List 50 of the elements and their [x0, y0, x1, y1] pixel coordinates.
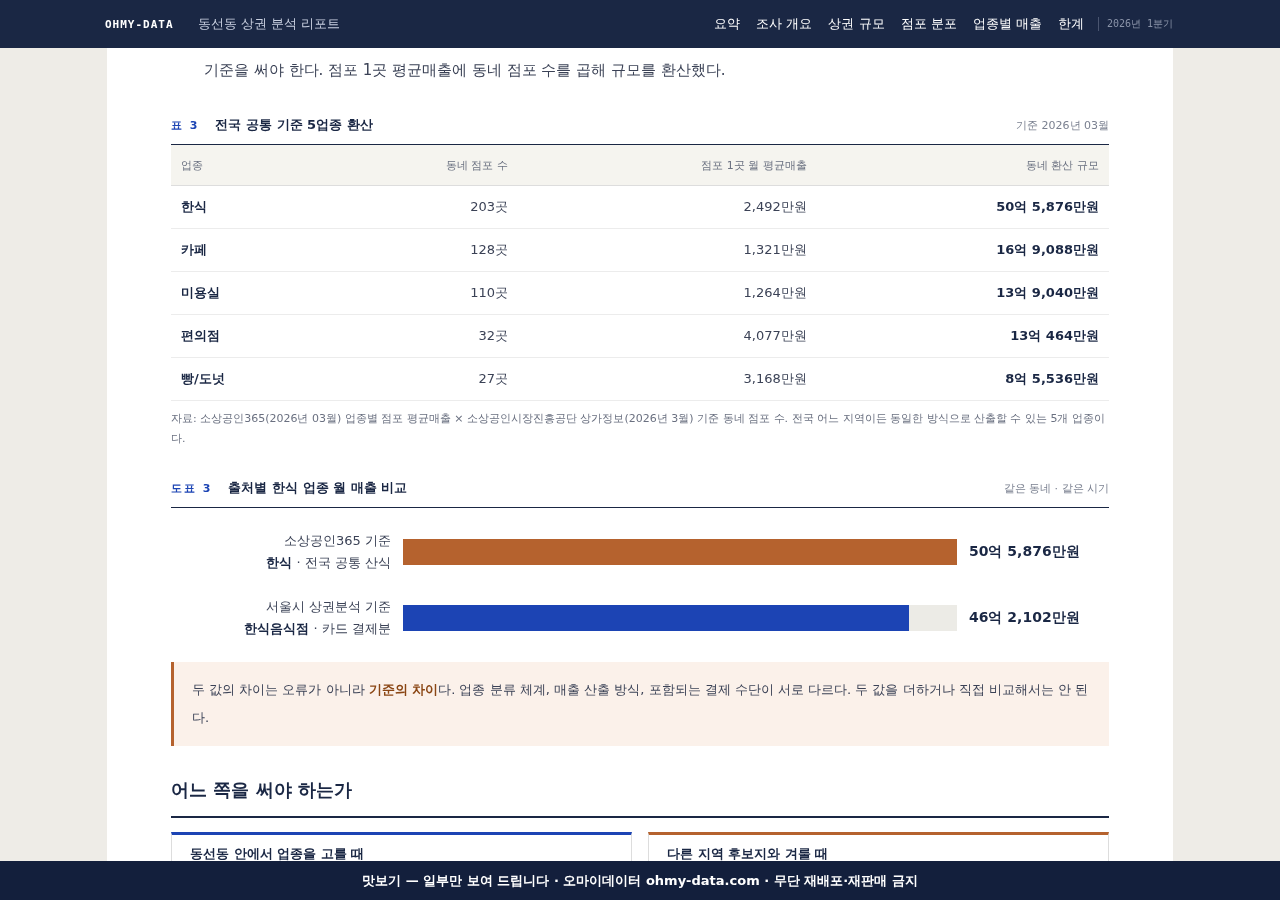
table-cell: 1,264만원 — [517, 271, 817, 315]
column-header: 동네 환산 규모 — [816, 145, 1109, 186]
table-cell: 3,168만원 — [517, 357, 817, 401]
caption-meta: 기준 2026년 03월 — [1016, 118, 1109, 133]
caption-meta: 같은 동네 · 같은 시기 — [1003, 481, 1109, 496]
period-label: 2026년 1분기 — [1097, 17, 1173, 31]
table-cell: 13억 464만원 — [816, 314, 1109, 358]
table-label: 표 3 — [171, 118, 200, 133]
table-cell: 카페 — [171, 228, 323, 272]
bar-source: 소상공인365 기준 — [283, 532, 391, 550]
bar-detail: 한식음식점 · 카드 결제분 — [243, 620, 391, 638]
nav-link[interactable]: 조사 개요 — [756, 15, 813, 33]
bar-value: 50억 5,876만원 — [969, 543, 1080, 561]
report-title: 동선동 상권 분석 리포트 — [197, 15, 341, 33]
callout-note: 두 값의 차이는 오류가 아니라 기준의 차이다. 업종 분류 체계, 매출 산출 방식, 포함되는 결제 수단이 서로 다르다. 두 값을 더하거나 직접 비교해서는 안 된다. — [171, 662, 1109, 746]
table-cell: 미용실 — [171, 271, 323, 315]
table-cell: 한식 — [171, 185, 323, 229]
table-cell: 128곳 — [322, 228, 518, 272]
nav-link[interactable]: 상권 규모 — [828, 15, 885, 33]
table-cell: 13억 9,040만원 — [816, 271, 1109, 315]
caption-title: 전국 공통 기준 5업종 환산 — [215, 116, 374, 134]
section-heading: 어느 쪽을 써야 하는가 — [171, 778, 1109, 818]
table-cell: 32곳 — [322, 314, 518, 358]
table-cell: 110곳 — [322, 271, 518, 315]
bar-detail: 한식 · 전국 공통 산식 — [265, 554, 391, 572]
bar-source: 서울시 상권분석 기준 — [264, 598, 391, 616]
table-cell: 빵/도넛 — [171, 357, 323, 401]
table-cell: 2,492만원 — [517, 185, 817, 229]
table-cell: 4,077만원 — [517, 314, 817, 358]
column-header: 동네 점포 수 — [322, 145, 518, 186]
column-header: 업종 — [171, 145, 323, 186]
table-cell: 50억 5,876만원 — [816, 185, 1109, 229]
nav-link[interactable]: 요약 — [714, 15, 741, 33]
caption-title: 출처별 한식 업종 월 매출 비교 — [228, 479, 409, 497]
table-cell: 16억 9,088만원 — [816, 228, 1109, 272]
table-cell: 편의점 — [171, 314, 323, 358]
column-header: 점포 1곳 월 평균매출 — [517, 145, 817, 186]
nav-link[interactable]: 업종별 매출 — [972, 15, 1042, 33]
sample-banner: 맛보기 — 일부만 보여 드립니다 · 오마이데이터 ohmy-data.com · 무단 재배포·재판매 금지 — [0, 861, 1280, 900]
table-label: 도표 3 — [171, 481, 213, 496]
bar-value: 46억 2,102만원 — [969, 609, 1080, 627]
paragraph: 기준을 써야 한다. 점포 1곳 평균매출에 동네 점포 수를 곱해 규모를 환산했다. — [204, 60, 727, 81]
source-note: 자료: 소상공인365(2026년 03월) 업종별 점포 평균매출 × 소상공인시장진흥공단 상가정보(2026년 3월) 기준 동네 점포 수. 전국 어느 지역이든 동일한 방식으로 산출할 수 있는 5개 업종이다. — [171, 411, 1106, 447]
table-cell: 27곳 — [322, 357, 518, 401]
table-cell: 203곳 — [322, 185, 518, 229]
nav-link[interactable]: 한계 — [1057, 15, 1084, 33]
table-cell: 8억 5,536만원 — [816, 357, 1109, 401]
table-cell: 1,321만원 — [517, 228, 817, 272]
nav-link[interactable]: 점포 분포 — [900, 15, 957, 33]
brand-logo[interactable]: OHMY-DATA — [105, 17, 174, 31]
